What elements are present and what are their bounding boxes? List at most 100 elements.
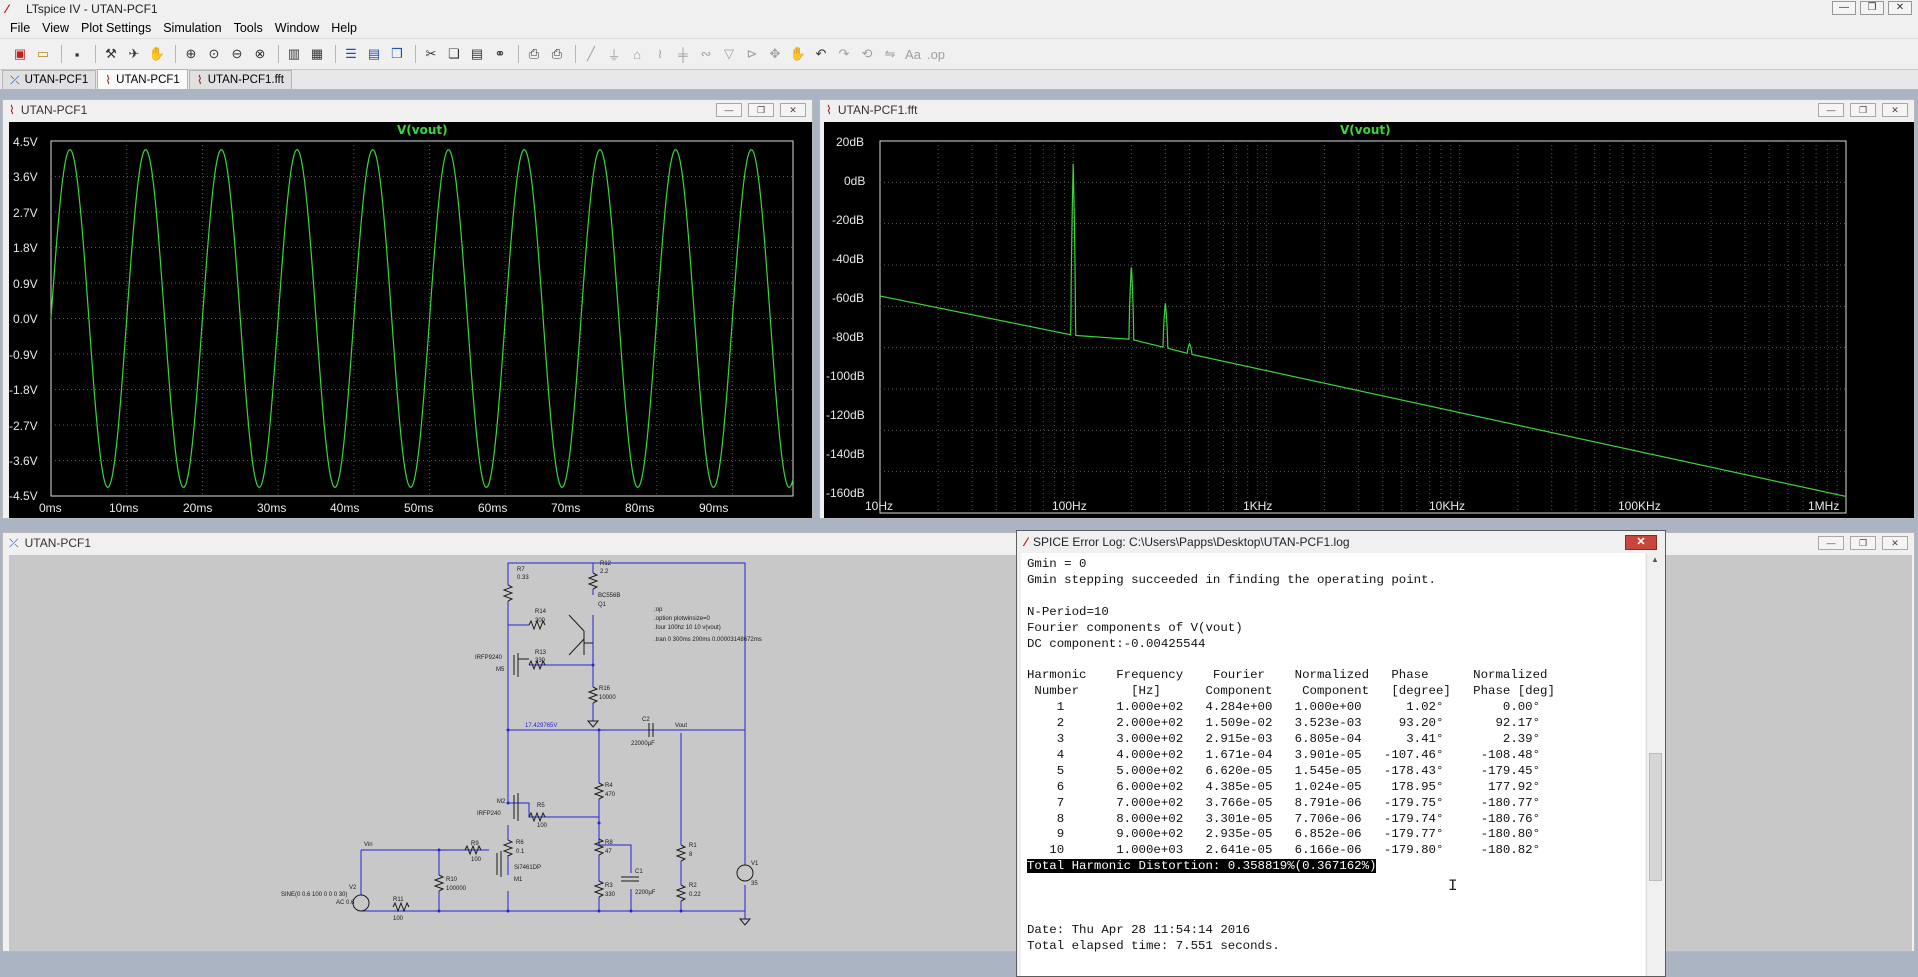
run-icon[interactable]: ✈ — [124, 44, 144, 64]
v1-label[interactable]: V1 — [751, 861, 758, 867]
c1-value[interactable]: 2200µF — [635, 890, 655, 896]
r7-label[interactable]: R7 — [517, 567, 525, 573]
menu-view[interactable]: View — [42, 21, 69, 35]
r12-value[interactable]: 2.2 — [600, 569, 608, 575]
tab-schematic[interactable]: ⤫ UTAN-PCF1 — [2, 70, 97, 89]
r6-value[interactable]: 0.1 — [516, 849, 524, 855]
close-button[interactable]: ✕ — [1888, 1, 1912, 15]
r7-value[interactable]: 0.33 — [517, 575, 529, 581]
spice-directive[interactable]: .four 100hz 10 10 v(vout) — [654, 625, 721, 631]
r5-value[interactable]: 100 — [537, 823, 547, 829]
node-voltage[interactable]: 17.429765V — [525, 723, 557, 729]
label-icon[interactable]: ⌂ — [627, 44, 647, 64]
ground-icon[interactable]: ⏚ — [604, 44, 624, 64]
wire-icon[interactable]: ╱ — [581, 44, 601, 64]
tile-vertical-icon[interactable]: ▤ — [364, 44, 384, 64]
diode-icon[interactable]: ▽ — [719, 44, 739, 64]
new-schematic-icon[interactable]: ▣ — [10, 44, 30, 64]
component-icon[interactable]: ⊳ — [742, 44, 762, 64]
menu-tools[interactable]: Tools — [234, 21, 263, 35]
minimize-button[interactable]: — — [1818, 103, 1844, 117]
zoom-extents-icon[interactable]: ⊖ — [227, 44, 247, 64]
scrollbar-thumb[interactable] — [1649, 753, 1662, 881]
log-text[interactable]: Gmin = 0 Gmin stepping succeeded in findi… — [1021, 553, 1645, 976]
zoom-back-icon[interactable]: ⊙ — [204, 44, 224, 64]
close-button[interactable]: ✕ — [780, 103, 806, 117]
r4-label[interactable]: R4 — [605, 783, 613, 789]
m1-model[interactable]: Si7461DP — [514, 865, 541, 871]
close-button[interactable]: ✕ — [1882, 103, 1908, 117]
menu-help[interactable]: Help — [331, 21, 357, 35]
r9-label[interactable]: R9 — [471, 841, 479, 847]
r11-label[interactable]: R11 — [393, 897, 404, 903]
c2-label[interactable]: C2 — [642, 717, 650, 723]
r5-label[interactable]: R5 — [537, 803, 545, 809]
zoom-cancel-icon[interactable]: ⊗ — [250, 44, 270, 64]
r2-value[interactable]: 0.22 — [689, 892, 701, 898]
spice-error-log-window[interactable]: ⁄ SPICE Error Log: C:\Users\Papps\Deskto… — [1016, 530, 1666, 977]
halt-icon[interactable]: ✋ — [147, 44, 167, 64]
c2-value[interactable]: 22000µF — [631, 741, 655, 747]
fft-plot-area[interactable]: V(vout) 20dB 0dB -20dB -40dB -60dB -80dB… — [824, 122, 1914, 518]
menu-file[interactable]: File — [10, 21, 30, 35]
close-button[interactable]: ✕ — [1625, 535, 1657, 550]
tab-fft[interactable]: ⌇ UTAN-PCF1.fft — [188, 70, 292, 89]
cascade-icon[interactable]: ❒ — [387, 44, 407, 64]
menu-window[interactable]: Window — [275, 21, 319, 35]
close-button[interactable]: ✕ — [1882, 536, 1908, 550]
find-icon[interactable]: ⚭ — [490, 44, 510, 64]
redo-icon[interactable]: ↷ — [834, 44, 854, 64]
restore-button[interactable]: ❐ — [1850, 536, 1876, 550]
r16-value[interactable]: 10000 — [599, 695, 616, 701]
inductor-icon[interactable]: ∾ — [696, 44, 716, 64]
vin-label[interactable]: Vin — [364, 842, 373, 848]
tile-horizontal-icon[interactable]: ☰ — [341, 44, 361, 64]
r8-value[interactable]: 47 — [605, 849, 612, 855]
m5-label[interactable]: M5 — [496, 667, 504, 673]
r10-value[interactable]: 100000 — [446, 886, 466, 892]
spice-directive-icon[interactable]: .op — [926, 44, 946, 64]
minimize-button[interactable]: — — [1818, 536, 1844, 550]
restore-button[interactable]: ❐ — [1860, 1, 1884, 15]
minimize-button[interactable]: — — [1832, 1, 1856, 15]
vout-label[interactable]: Vout — [675, 723, 687, 729]
r3-label[interactable]: R3 — [605, 883, 613, 889]
r6-label[interactable]: R6 — [516, 840, 524, 846]
r13-value[interactable]: 330 — [535, 658, 545, 664]
m1-label[interactable]: M1 — [514, 877, 522, 883]
move-icon[interactable]: ✥ — [765, 44, 785, 64]
copy-icon[interactable]: ❏ — [444, 44, 464, 64]
spice-directive[interactable]: .option plotwinsize=0 — [654, 616, 710, 622]
r12-label[interactable]: R12 — [600, 561, 611, 567]
menu-simulation[interactable]: Simulation — [163, 21, 221, 35]
time-plot-area[interactable]: V(vout) 4.5V 3.6V 2.7V 1.8V 0.9V 0.0V -0… — [9, 122, 812, 518]
r8-label[interactable]: R8 — [605, 840, 613, 846]
m5-model[interactable]: IRFP9240 — [475, 655, 502, 661]
c1-label[interactable]: C1 — [635, 869, 643, 875]
zoom-area-icon[interactable]: ⊕ — [181, 44, 201, 64]
r1-label[interactable]: R1 — [689, 843, 697, 849]
print-preview-icon[interactable]: ⎙ — [524, 44, 544, 64]
r14-label[interactable]: R14 — [535, 609, 546, 615]
q1-model[interactable]: BC556B — [598, 593, 620, 599]
open-icon[interactable]: ▭ — [33, 44, 53, 64]
v2-label[interactable]: V2 — [349, 885, 356, 891]
r10-label[interactable]: R10 — [446, 877, 457, 883]
autorange-icon[interactable]: ▥ — [284, 44, 304, 64]
tab-waveform[interactable]: ⌇ UTAN-PCF1 — [97, 69, 188, 89]
cut-icon[interactable]: ✂ — [421, 44, 441, 64]
capacitor-icon[interactable]: ╪ — [673, 44, 693, 64]
v1-value[interactable]: 35 — [751, 881, 758, 887]
text-icon[interactable]: Aa — [903, 44, 923, 64]
thd-line[interactable]: Total Harmonic Distortion: 0.358819%(0.3… — [1027, 859, 1377, 874]
axis-icon[interactable]: ▦ — [307, 44, 327, 64]
r14-value[interactable]: 300 — [535, 618, 545, 624]
fft-plot-window[interactable]: ⌇ UTAN-PCF1.fft — ❐ ✕ V(vout) 20dB 0dB -… — [819, 99, 1915, 519]
m2-label[interactable]: M2 — [497, 799, 505, 805]
r11-value[interactable]: 100 — [393, 916, 403, 922]
r3-value[interactable]: 330 — [605, 892, 615, 898]
drag-icon[interactable]: ✋ — [788, 44, 808, 64]
q1-label[interactable]: Q1 — [598, 602, 606, 608]
r2-label[interactable]: R2 — [689, 883, 697, 889]
time-plot-window[interactable]: ⌇ UTAN-PCF1 — ❐ ✕ V(vout) 4.5V 3.6V 2.7V… — [2, 99, 813, 519]
